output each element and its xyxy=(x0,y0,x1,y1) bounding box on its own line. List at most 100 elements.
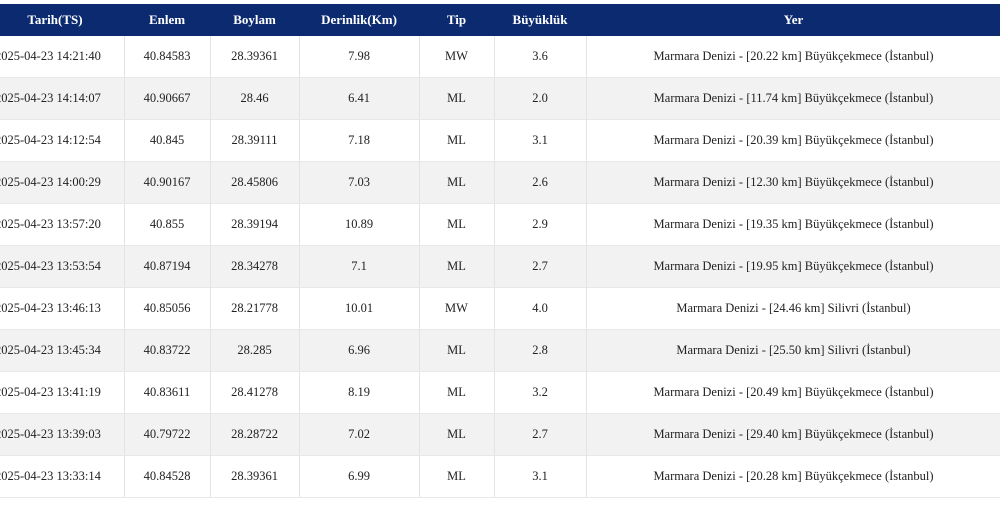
cell-longitude: 28.39361 xyxy=(210,455,300,498)
earthquake-table-container: Tarih(TS) Enlem Boylam Derinlik(Km) Tip … xyxy=(0,4,1000,498)
header-latitude[interactable]: Enlem xyxy=(124,4,210,36)
cell-type: ML xyxy=(419,245,495,288)
cell-location: Marmara Denizi - [20.28 km] Büyükçekmece… xyxy=(586,455,1000,498)
table-header: Tarih(TS) Enlem Boylam Derinlik(Km) Tip … xyxy=(0,4,1000,36)
cell-latitude: 40.84583 xyxy=(124,36,211,78)
header-type[interactable]: Tip xyxy=(419,4,494,36)
cell-date: 2025-04-23 13:57:20 xyxy=(0,203,125,246)
table-row[interactable]: 2025-04-23 13:46:13 40.85056 28.21778 10.01… xyxy=(0,287,1000,330)
cell-latitude: 40.90667 xyxy=(124,77,211,120)
cell-longitude: 28.39111 xyxy=(210,119,300,162)
cell-date: 2025-04-23 13:45:34 xyxy=(0,329,125,372)
cell-location: Marmara Denizi - [24.46 km] Silivri (İst… xyxy=(586,287,1000,330)
cell-magnitude: 3.1 xyxy=(494,455,587,498)
cell-longitude: 28.39194 xyxy=(210,203,300,246)
cell-magnitude: 2.7 xyxy=(494,245,587,288)
cell-location: Marmara Denizi - [29.40 km] Büyükçekmece… xyxy=(586,413,1000,456)
cell-type: ML xyxy=(419,119,495,162)
cell-latitude: 40.79722 xyxy=(124,413,211,456)
cell-longitude: 28.28722 xyxy=(210,413,300,456)
cell-date: 2025-04-23 13:46:13 xyxy=(0,287,125,330)
cell-depth: 6.41 xyxy=(299,77,420,120)
cell-date: 2025-04-23 13:33:14 xyxy=(0,455,125,498)
cell-type: ML xyxy=(419,77,495,120)
cell-magnitude: 2.8 xyxy=(494,329,587,372)
cell-latitude: 40.83611 xyxy=(124,371,211,414)
cell-depth: 7.02 xyxy=(299,413,420,456)
cell-location: Marmara Denizi - [11.74 km] Büyükçekmece… xyxy=(586,77,1000,120)
cell-type: ML xyxy=(419,329,495,372)
header-depth[interactable]: Derinlik(Km) xyxy=(299,4,419,36)
cell-type: ML xyxy=(419,161,495,204)
cell-depth: 6.96 xyxy=(299,329,420,372)
header-magnitude[interactable]: Büyüklük xyxy=(494,4,586,36)
header-longitude[interactable]: Boylam xyxy=(210,4,299,36)
cell-latitude: 40.85056 xyxy=(124,287,211,330)
cell-location: Marmara Denizi - [20.39 km] Büyükçekmece… xyxy=(586,119,1000,162)
table-body: 2025-04-23 14:21:40 40.84583 28.39361 7.98 M… xyxy=(0,36,1000,498)
header-date[interactable]: Tarih(TS) xyxy=(0,4,124,36)
cell-date: 2025-04-23 13:41:19 xyxy=(0,371,125,414)
cell-magnitude: 3.1 xyxy=(494,119,587,162)
cell-latitude: 40.845 xyxy=(124,119,211,162)
cell-latitude: 40.855 xyxy=(124,203,211,246)
cell-depth: 7.98 xyxy=(299,36,420,78)
cell-location: Marmara Denizi - [19.35 km] Büyükçekmece… xyxy=(586,203,1000,246)
cell-depth: 8.19 xyxy=(299,371,420,414)
cell-latitude: 40.83722 xyxy=(124,329,211,372)
table-row[interactable]: 2025-04-23 13:39:03 40.79722 28.28722 7.02 M… xyxy=(0,413,1000,456)
cell-longitude: 28.39361 xyxy=(210,36,300,78)
table-row[interactable]: 2025-04-23 13:33:14 40.84528 28.39361 6.99 M… xyxy=(0,455,1000,498)
cell-date: 2025-04-23 14:14:07 xyxy=(0,77,125,120)
cell-date: 2025-04-23 14:21:40 xyxy=(0,36,125,78)
cell-latitude: 40.90167 xyxy=(124,161,211,204)
cell-type: MW xyxy=(419,36,495,78)
cell-magnitude: 3.6 xyxy=(494,36,587,78)
cell-magnitude: 2.0 xyxy=(494,77,587,120)
cell-depth: 7.03 xyxy=(299,161,420,204)
cell-date: 2025-04-23 14:12:54 xyxy=(0,119,125,162)
cell-location: Marmara Denizi - [20.49 km] Büyükçekmece… xyxy=(586,371,1000,414)
cell-type: ML xyxy=(419,371,495,414)
header-row: Tarih(TS) Enlem Boylam Derinlik(Km) Tip … xyxy=(0,4,1000,36)
cell-depth: 6.99 xyxy=(299,455,420,498)
cell-date: 2025-04-23 13:53:54 xyxy=(0,245,125,288)
cell-magnitude: 2.6 xyxy=(494,161,587,204)
table-row[interactable]: 2025-04-23 14:00:29 40.90167 28.45806 7.03 M… xyxy=(0,161,1000,204)
cell-latitude: 40.84528 xyxy=(124,455,211,498)
cell-longitude: 28.285 xyxy=(210,329,300,372)
table-row[interactable]: 2025-04-23 13:57:20 40.855 28.39194 10.89 ML… xyxy=(0,203,1000,246)
cell-longitude: 28.34278 xyxy=(210,245,300,288)
cell-magnitude: 2.7 xyxy=(494,413,587,456)
cell-depth: 10.01 xyxy=(299,287,420,330)
table-row[interactable]: 2025-04-23 14:21:40 40.84583 28.39361 7.98 M… xyxy=(0,36,1000,78)
cell-depth: 10.89 xyxy=(299,203,420,246)
table-row[interactable]: 2025-04-23 13:53:54 40.87194 28.34278 7.1 ML… xyxy=(0,245,1000,288)
cell-type: MW xyxy=(419,287,495,330)
table-row[interactable]: 2025-04-23 14:14:07 40.90667 28.46 6.41 ML 2.… xyxy=(0,77,1000,120)
table-row[interactable]: 2025-04-23 13:45:34 40.83722 28.285 6.96 ML 2… xyxy=(0,329,1000,372)
cell-type: ML xyxy=(419,203,495,246)
cell-type: ML xyxy=(419,413,495,456)
cell-location: Marmara Denizi - [25.50 km] Silivri (İst… xyxy=(586,329,1000,372)
cell-location: Marmara Denizi - [20.22 km] Büyükçekmece… xyxy=(586,36,1000,78)
cell-type: ML xyxy=(419,455,495,498)
cell-magnitude: 2.9 xyxy=(494,203,587,246)
cell-date: 2025-04-23 13:39:03 xyxy=(0,413,125,456)
cell-latitude: 40.87194 xyxy=(124,245,211,288)
cell-depth: 7.18 xyxy=(299,119,420,162)
table-row[interactable]: 2025-04-23 14:12:54 40.845 28.39111 7.18 ML 3… xyxy=(0,119,1000,162)
cell-longitude: 28.41278 xyxy=(210,371,300,414)
cell-longitude: 28.45806 xyxy=(210,161,300,204)
cell-magnitude: 4.0 xyxy=(494,287,587,330)
cell-location: Marmara Denizi - [19.95 km] Büyükçekmece… xyxy=(586,245,1000,288)
earthquake-table: Tarih(TS) Enlem Boylam Derinlik(Km) Tip … xyxy=(0,4,1000,498)
cell-depth: 7.1 xyxy=(299,245,420,288)
cell-longitude: 28.21778 xyxy=(210,287,300,330)
table-row[interactable]: 2025-04-23 13:41:19 40.83611 28.41278 8.19 M… xyxy=(0,371,1000,414)
header-location[interactable]: Yer xyxy=(586,4,1000,36)
cell-longitude: 28.46 xyxy=(210,77,300,120)
cell-location: Marmara Denizi - [12.30 km] Büyükçekmece… xyxy=(586,161,1000,204)
cell-date: 2025-04-23 14:00:29 xyxy=(0,161,125,204)
cell-magnitude: 3.2 xyxy=(494,371,587,414)
